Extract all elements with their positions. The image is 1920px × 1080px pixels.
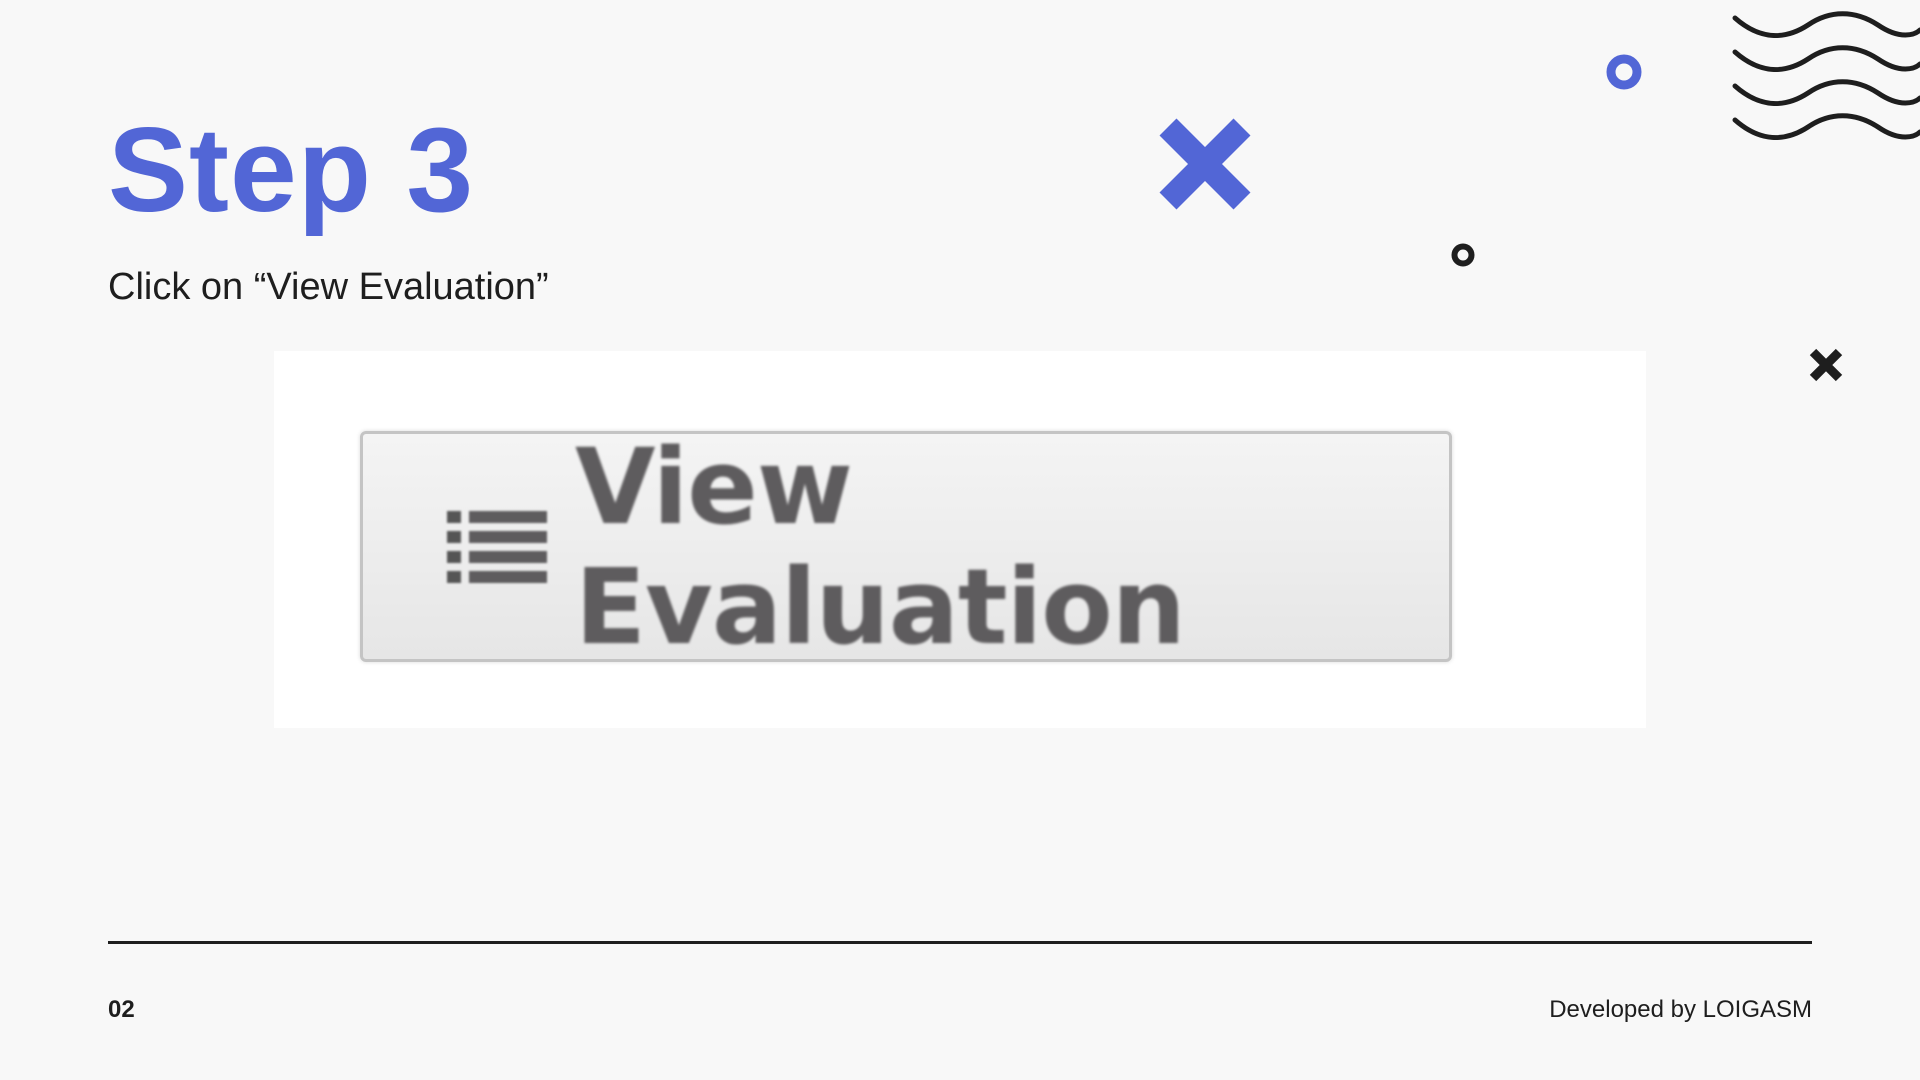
step-instruction: Click on “View Evaluation” — [108, 266, 549, 308]
view-evaluation-label: View Evaluation — [575, 425, 1186, 668]
footer-divider — [108, 941, 1812, 944]
list-icon — [447, 507, 547, 587]
wave-lines-icon — [1732, 11, 1920, 140]
screenshot-panel: View Evaluation — [274, 351, 1646, 728]
view-evaluation-button[interactable]: View Evaluation — [360, 427, 1452, 667]
page-title: Step 3 — [108, 103, 475, 237]
black-cross-icon — [1809, 348, 1843, 382]
blue-ring-icon — [1606, 54, 1642, 90]
black-ring-icon — [1451, 243, 1475, 267]
slide: Step 3 Click on “View Evaluation” View E… — [0, 0, 1920, 1080]
blue-cross-icon — [1159, 118, 1251, 210]
footer-credit: Developed by LOIGASM — [1549, 996, 1812, 1023]
page-number: 02 — [108, 996, 135, 1023]
